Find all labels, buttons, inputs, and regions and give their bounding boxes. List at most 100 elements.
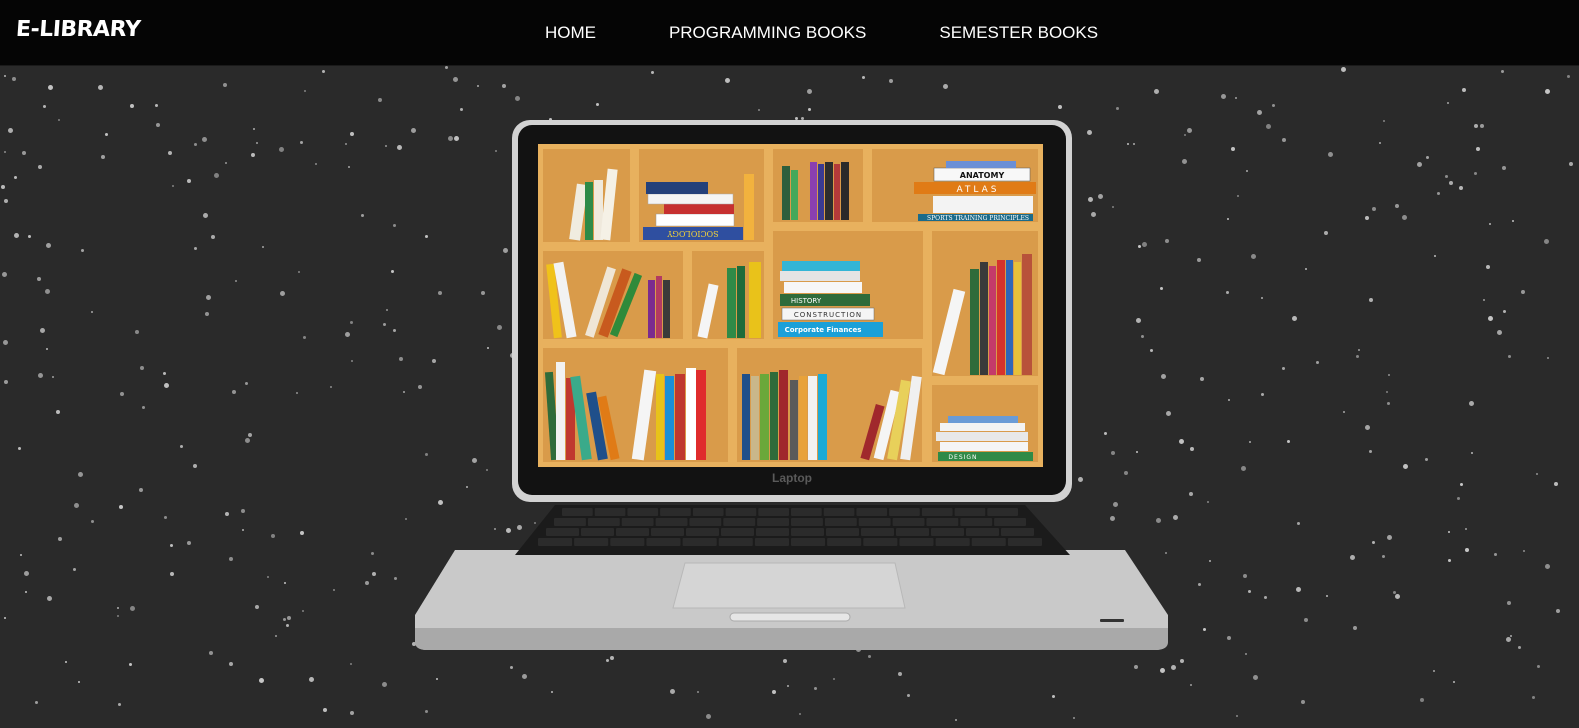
star-dot [1445,175,1448,178]
nav-home[interactable]: HOME [481,23,596,43]
star-dot [163,372,166,375]
star-dot [259,678,264,683]
star-dot [280,291,285,296]
keyboard-key [651,528,684,536]
star-dot [350,663,352,665]
nav-programming-books[interactable]: PROGRAMMING BOOKS [626,23,866,43]
star-dot [1266,124,1271,129]
star-dot [1457,497,1460,500]
star-dot [1226,291,1229,294]
star-dot [37,277,41,281]
star-dot [1395,594,1400,599]
star-dot [1235,97,1237,99]
star-dot [225,162,227,164]
star-dot [889,79,893,83]
star-dot [118,703,121,706]
star-dot [1434,255,1436,257]
star-dot [1387,402,1390,405]
keyboard-key [791,538,826,546]
star-dot [1287,440,1290,443]
star-dot [164,383,169,388]
star-dot [78,681,80,683]
star-dot [1508,355,1511,358]
star-dot [1417,162,1422,167]
star-dot [1453,681,1455,683]
star-dot [350,132,354,136]
star-dot [1474,172,1477,175]
star-dot [405,518,407,520]
star-dot [130,606,135,611]
star-dot [1365,216,1369,220]
star-dot [596,103,599,106]
star-dot [38,373,43,378]
star-dot [345,143,347,145]
keyboard-key [856,508,888,516]
keyboard-key [692,508,724,516]
star-dot [1465,548,1469,552]
star-dot [38,165,42,169]
laptop-base-edge [415,628,1168,650]
star-dot [1343,411,1345,413]
star-dot [14,233,19,238]
star-dot [253,128,255,130]
keyboard-key [758,508,789,516]
star-dot [271,534,275,538]
star-dot [129,663,132,666]
star-dot [203,213,208,218]
star-dot [211,235,215,239]
star-dot [232,390,236,394]
keyboard-key [546,528,579,536]
star-dot [1506,637,1511,642]
star-dot [1462,88,1466,92]
star-dot [1249,441,1251,443]
star-dot [386,309,388,311]
star-dot [322,70,325,73]
star-dot [1073,717,1075,719]
star-dot [172,185,174,187]
star-dot [164,516,167,519]
star-dot [1356,355,1359,358]
star-dot [1420,698,1424,702]
book-spine-label: SPORTS TRAINING PRINCIPLES [927,215,1029,222]
star-dot [286,624,289,627]
navbar: E-LIBRARY HOME PROGRAMMING BOOKS SEMESTE… [0,0,1579,66]
star-dot [1207,501,1209,503]
nav-semester-books[interactable]: SEMESTER BOOKS [896,23,1098,43]
star-dot [242,529,244,531]
keyboard-key [621,518,654,526]
star-dot [1282,367,1285,370]
star-dot [255,605,259,609]
star-dot [309,677,314,682]
star-dot [214,173,219,178]
star-dot [1383,120,1385,122]
keyboard-key [896,528,929,536]
star-dot [187,179,191,183]
keyboard-key [861,528,894,536]
star-dot [1497,330,1502,335]
keyboard-key [971,538,1006,546]
star-dot [351,360,353,362]
star-dot [1180,659,1184,663]
star-dot [1403,464,1408,469]
keyboard-key [721,528,754,536]
star-dot [193,464,197,468]
star-dot [296,392,298,394]
star-dot [262,246,264,248]
keyboard-key [954,508,986,516]
keyboard-key [587,518,620,526]
star-dot [1379,142,1381,144]
star-dot [808,108,811,111]
star-dot [1052,695,1055,698]
star-dot [1171,665,1176,670]
star-dot [1523,550,1525,552]
star-dot [1227,636,1231,640]
star-dot [814,687,817,690]
star-dot [1253,675,1258,680]
star-dot [284,582,286,584]
star-dot [1209,560,1211,562]
keyboard-key [994,518,1026,526]
star-dot [510,666,513,669]
star-dot [1297,522,1300,525]
star-dot [303,336,306,339]
star-dot [105,133,108,136]
